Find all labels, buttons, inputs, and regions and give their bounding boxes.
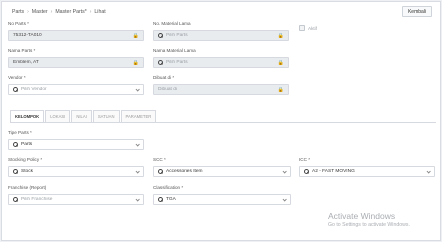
breadcrumb-master-parts[interactable]: Master Parts* xyxy=(55,9,86,15)
dibuat-di-label: Dibuat di * xyxy=(153,75,175,80)
no-material-lama-select[interactable]: Pilih Parts 🔒 xyxy=(153,30,289,41)
tab-kelompok[interactable]: KELOMPOK xyxy=(10,110,45,122)
breadcrumb-master[interactable]: Master xyxy=(32,9,48,15)
tab-lokasi[interactable]: LOKASI xyxy=(45,110,71,122)
chevron-down-icon xyxy=(135,170,139,174)
tab-satuan[interactable]: SATUAN xyxy=(92,110,120,122)
tipe-parts-value: Parts xyxy=(21,142,33,147)
franchise-select[interactable]: Pilih Franchise xyxy=(8,194,144,205)
aktif-checkbox-group[interactable]: Aktif xyxy=(299,25,317,31)
dibuat-di-placeholder: Dibuat di xyxy=(158,87,177,92)
tipe-parts-select[interactable]: Parts xyxy=(8,139,144,150)
tab-parameter[interactable]: PARAMETER xyxy=(120,110,157,122)
classification-select[interactable]: TGA xyxy=(153,194,291,205)
lock-icon: 🔒 xyxy=(277,59,284,66)
activate-windows-subtitle: Go to Settings to activate Windows. xyxy=(328,222,410,228)
vendor-label: Vendor * xyxy=(8,75,26,80)
classification-value: TGA xyxy=(166,197,176,202)
nama-material-lama-label: Nama Material Lama xyxy=(153,48,196,53)
chevron-down-icon xyxy=(135,143,139,147)
stocking-policy-select[interactable]: Stock xyxy=(8,166,144,177)
franchise-placeholder: Pilih Franchise xyxy=(21,197,53,202)
dibuat-di-field: Dibuat di 🔒 xyxy=(153,84,289,95)
search-icon xyxy=(158,33,164,39)
search-icon xyxy=(158,197,164,203)
no-parts-value: 75312-TA010 xyxy=(13,33,42,38)
lock-icon: 🔒 xyxy=(132,59,139,66)
breadcrumb: Parts › Master › Master Parts* › Lihat xyxy=(12,9,106,15)
search-icon xyxy=(304,169,310,175)
search-icon xyxy=(158,169,164,175)
no-material-lama-placeholder: Pilih Parts xyxy=(166,33,188,38)
icc-label: ICC * xyxy=(299,157,310,162)
stocking-policy-value: Stock xyxy=(21,169,33,174)
breadcrumb-separator-icon: › xyxy=(50,9,53,15)
aktif-checkbox[interactable] xyxy=(299,25,305,31)
vendor-select[interactable]: Pilih Vendor xyxy=(8,84,144,95)
search-icon xyxy=(13,169,19,175)
breadcrumb-separator-icon: › xyxy=(27,9,29,15)
tab-divider xyxy=(10,122,436,123)
chevron-down-icon xyxy=(135,88,139,92)
scc-select[interactable]: Accessories Item xyxy=(153,166,291,177)
no-parts-field: 75312-TA010 🔒 xyxy=(8,30,144,41)
chevron-down-icon xyxy=(135,198,139,202)
breadcrumb-lihat: Lihat xyxy=(94,9,106,15)
search-icon xyxy=(13,197,19,203)
no-material-lama-label: No. Material Lama xyxy=(153,21,191,26)
chevron-down-icon xyxy=(282,198,286,202)
nama-parts-label: Nama Parts * xyxy=(8,48,36,53)
nama-material-lama-select[interactable]: Pilih Parts 🔒 xyxy=(153,57,289,68)
icc-select[interactable]: A2 - FAST MOVING xyxy=(299,166,435,177)
search-icon xyxy=(13,87,19,93)
master-parts-panel: Parts › Master › Master Parts* › Lihat K… xyxy=(1,1,441,241)
nama-parts-value: Emblem, AT xyxy=(13,60,39,65)
lock-icon: 🔒 xyxy=(277,32,284,39)
lock-icon: 🔒 xyxy=(132,32,139,39)
tipe-parts-label: Tipe Parts * xyxy=(8,130,32,135)
stocking-policy-label: Stocking Policy * xyxy=(8,157,43,162)
back-button[interactable]: Kembali xyxy=(402,6,432,17)
aktif-label: Aktif xyxy=(308,25,317,31)
classification-label: Classification * xyxy=(153,185,184,190)
activate-windows-title: Activate Windows xyxy=(328,211,396,221)
tab-bar: KELOMPOK LOKASI NILAI SATUAN PARAMETER xyxy=(10,110,157,122)
nama-material-lama-placeholder: Pilih Parts xyxy=(166,60,188,65)
vendor-placeholder: Pilih Vendor xyxy=(21,87,47,92)
chevron-down-icon xyxy=(426,170,430,174)
no-parts-label: No Parts * xyxy=(8,21,29,26)
scc-label: SCC * xyxy=(153,157,166,162)
search-icon xyxy=(158,60,164,66)
franchise-label: Franchise (Report) xyxy=(8,185,47,190)
breadcrumb-separator-icon: › xyxy=(89,9,92,15)
breadcrumb-parts[interactable]: Parts xyxy=(12,9,24,15)
icc-value: A2 - FAST MOVING xyxy=(312,169,355,174)
search-icon xyxy=(13,142,19,148)
lock-icon: 🔒 xyxy=(277,86,284,93)
nama-parts-field: Emblem, AT 🔒 xyxy=(8,57,144,68)
tab-nilai[interactable]: NILAI xyxy=(71,110,92,122)
chevron-down-icon xyxy=(282,170,286,174)
scc-value: Accessories Item xyxy=(166,169,203,174)
